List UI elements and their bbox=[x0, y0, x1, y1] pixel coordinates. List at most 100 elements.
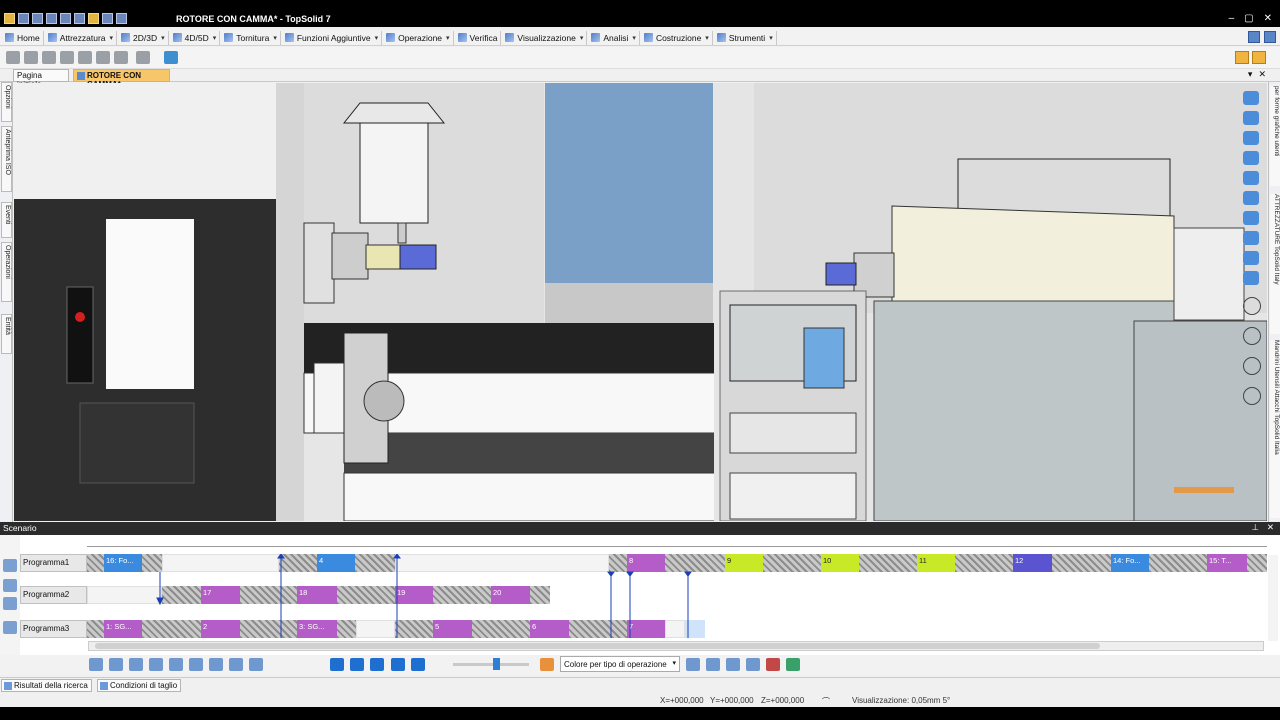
folder-icon[interactable] bbox=[88, 13, 99, 24]
panel-tab-tools[interactable]: Mandrini Utensili Attacchi TopSolid Ital… bbox=[1270, 340, 1280, 518]
zoom-window-icon[interactable] bbox=[1243, 191, 1259, 205]
panel-tab-options[interactable]: Opzioni bbox=[1, 82, 12, 122]
speed-slider[interactable] bbox=[453, 658, 529, 670]
zoom-reset-icon[interactable] bbox=[149, 658, 163, 671]
sync-icon[interactable] bbox=[249, 658, 263, 671]
tab-active-document[interactable]: ROTORE CON CAMMA* bbox=[73, 69, 170, 89]
zoom-in-icon[interactable] bbox=[129, 658, 143, 671]
palette-icon[interactable] bbox=[540, 658, 554, 671]
open-icon[interactable] bbox=[32, 13, 43, 24]
cursor-icon[interactable] bbox=[229, 658, 243, 671]
pan-icon[interactable] bbox=[1243, 151, 1259, 165]
zoom-fit-icon[interactable] bbox=[3, 559, 17, 572]
chevron-down-icon[interactable]: ▾ bbox=[161, 34, 165, 42]
fast-forward-button[interactable] bbox=[411, 658, 425, 671]
view-top-icon[interactable] bbox=[78, 51, 92, 64]
circle-tool-icon[interactable] bbox=[1243, 357, 1261, 375]
panel-tab-events[interactable]: Eventi bbox=[1, 202, 12, 238]
program-label-3[interactable]: Programma3 bbox=[20, 620, 87, 638]
undo-icon[interactable] bbox=[60, 13, 71, 24]
circle-tool-icon[interactable] bbox=[1243, 297, 1261, 315]
line-icon[interactable] bbox=[1243, 271, 1259, 285]
panel-tab-user-shapes[interactable]: per forme grafiche utenti bbox=[1270, 86, 1280, 186]
chevron-down-icon[interactable]: ▾ bbox=[375, 34, 379, 42]
zoom-out-icon[interactable] bbox=[109, 658, 123, 671]
help-icon[interactable] bbox=[1248, 31, 1260, 43]
options-icon[interactable] bbox=[1252, 51, 1266, 64]
delete-link-icon[interactable] bbox=[766, 658, 780, 671]
maximize-button[interactable]: ▢ bbox=[1244, 13, 1253, 24]
stop-button[interactable] bbox=[330, 658, 344, 671]
panel-tab-fixtures[interactable]: ATTREZZATURE TopSolid Italy bbox=[1270, 194, 1280, 334]
panel-tab-entities[interactable]: Entità bbox=[1, 314, 12, 354]
new-icon[interactable] bbox=[18, 13, 29, 24]
panel-tab-operations[interactable]: Operazioni bbox=[1, 242, 12, 302]
link-icon[interactable] bbox=[706, 658, 720, 671]
menu-item-visualizzazione[interactable]: Visualizzazione ▾ bbox=[502, 30, 588, 45]
settings-icon[interactable] bbox=[1264, 31, 1276, 43]
save-icon[interactable] bbox=[46, 13, 57, 24]
close-panel-icon[interactable]: ✕ bbox=[1267, 522, 1274, 533]
view-left-icon[interactable] bbox=[42, 51, 56, 64]
zoom-out-icon[interactable] bbox=[3, 597, 17, 610]
close-document-icon[interactable]: ✕ bbox=[1258, 69, 1266, 80]
align-icon[interactable] bbox=[686, 658, 700, 671]
tab-cutting-conditions[interactable]: Condizioni di taglio bbox=[97, 679, 182, 692]
pin-icon[interactable]: ⊥ bbox=[1251, 522, 1258, 533]
scrollbar-thumb[interactable] bbox=[95, 643, 1100, 649]
program-label-1[interactable]: Programma1 bbox=[20, 554, 87, 572]
zoom-icon[interactable] bbox=[1243, 211, 1259, 225]
menu-item-costruzione[interactable]: Costruzione ▾ bbox=[641, 30, 713, 45]
menu-item-4d-5d[interactable]: 4D/5D ▾ bbox=[170, 30, 221, 45]
timeline-horizontal-scrollbar[interactable] bbox=[88, 641, 1264, 651]
chevron-down-icon[interactable]: ▾ bbox=[632, 34, 636, 42]
zoom-in-icon[interactable] bbox=[3, 579, 17, 592]
table-view-icon[interactable] bbox=[189, 658, 203, 671]
zoom-reset-icon[interactable] bbox=[3, 621, 17, 634]
view-iso-icon[interactable] bbox=[114, 51, 128, 64]
export-icon[interactable] bbox=[786, 658, 800, 671]
list-view-icon[interactable] bbox=[209, 658, 223, 671]
3d-viewport[interactable] bbox=[14, 83, 1267, 521]
close-button[interactable]: ✕ bbox=[1264, 13, 1272, 24]
view-front-icon[interactable] bbox=[6, 51, 20, 64]
chevron-down-icon[interactable]: ▾ bbox=[580, 34, 584, 42]
menu-item-home[interactable]: Home bbox=[2, 30, 44, 45]
chevron-down-icon[interactable]: ▾ bbox=[213, 34, 217, 42]
view-back-icon[interactable] bbox=[24, 51, 38, 64]
view-right-icon[interactable] bbox=[60, 51, 74, 64]
color-icon[interactable] bbox=[1243, 251, 1259, 265]
redo-icon[interactable] bbox=[74, 13, 85, 24]
menu-item-strumenti[interactable]: Strumenti ▾ bbox=[714, 30, 777, 45]
menu-item-funzioni-aggiuntive[interactable]: Funzioni Aggiuntive ▾ bbox=[282, 30, 383, 45]
slider-knob[interactable] bbox=[493, 658, 500, 670]
cube-icon[interactable] bbox=[1243, 231, 1259, 245]
chevron-down-icon[interactable]: ▾ bbox=[705, 34, 709, 42]
circle-tool-icon[interactable] bbox=[1243, 327, 1261, 345]
view-perspective-icon[interactable] bbox=[136, 51, 150, 64]
menu-item-2d-3d[interactable]: 2D/3D ▾ bbox=[118, 30, 169, 45]
refresh-icon[interactable] bbox=[102, 13, 113, 24]
menu-item-verifica[interactable]: Verifica bbox=[455, 30, 502, 45]
program-label-2[interactable]: Programma2 bbox=[20, 586, 87, 604]
split-icon[interactable] bbox=[746, 658, 760, 671]
tab-search-results[interactable]: Risultati della ricerca bbox=[1, 679, 92, 692]
tab-home-page[interactable]: Pagina iniziale bbox=[13, 69, 69, 89]
sort-icon[interactable] bbox=[726, 658, 740, 671]
move-icon[interactable] bbox=[1243, 91, 1259, 105]
circle-tool-icon[interactable] bbox=[1243, 387, 1261, 405]
minimize-button[interactable]: – bbox=[1229, 13, 1235, 24]
section-icon[interactable] bbox=[1243, 171, 1259, 185]
app-menu-icon[interactable] bbox=[4, 13, 15, 24]
chevron-down-icon[interactable]: ▾ bbox=[110, 34, 114, 42]
pause-button[interactable] bbox=[350, 658, 364, 671]
grid-view-icon[interactable] bbox=[169, 658, 183, 671]
zoom-all-icon[interactable] bbox=[89, 658, 103, 671]
menu-item-analisi[interactable]: Analisi ▾ bbox=[588, 30, 640, 45]
menu-item-attrezzatura[interactable]: Attrezzatura ▾ bbox=[45, 30, 118, 45]
menu-item-tornitura[interactable]: Tornitura ▾ bbox=[221, 30, 281, 45]
chevron-down-icon[interactable]: ▾ bbox=[273, 34, 277, 42]
menu-item-operazione[interactable]: Operazione ▾ bbox=[383, 30, 454, 45]
step-forward-button[interactable] bbox=[391, 658, 405, 671]
panel-tab-iso-preview[interactable]: Anteprima ISO bbox=[1, 126, 12, 192]
